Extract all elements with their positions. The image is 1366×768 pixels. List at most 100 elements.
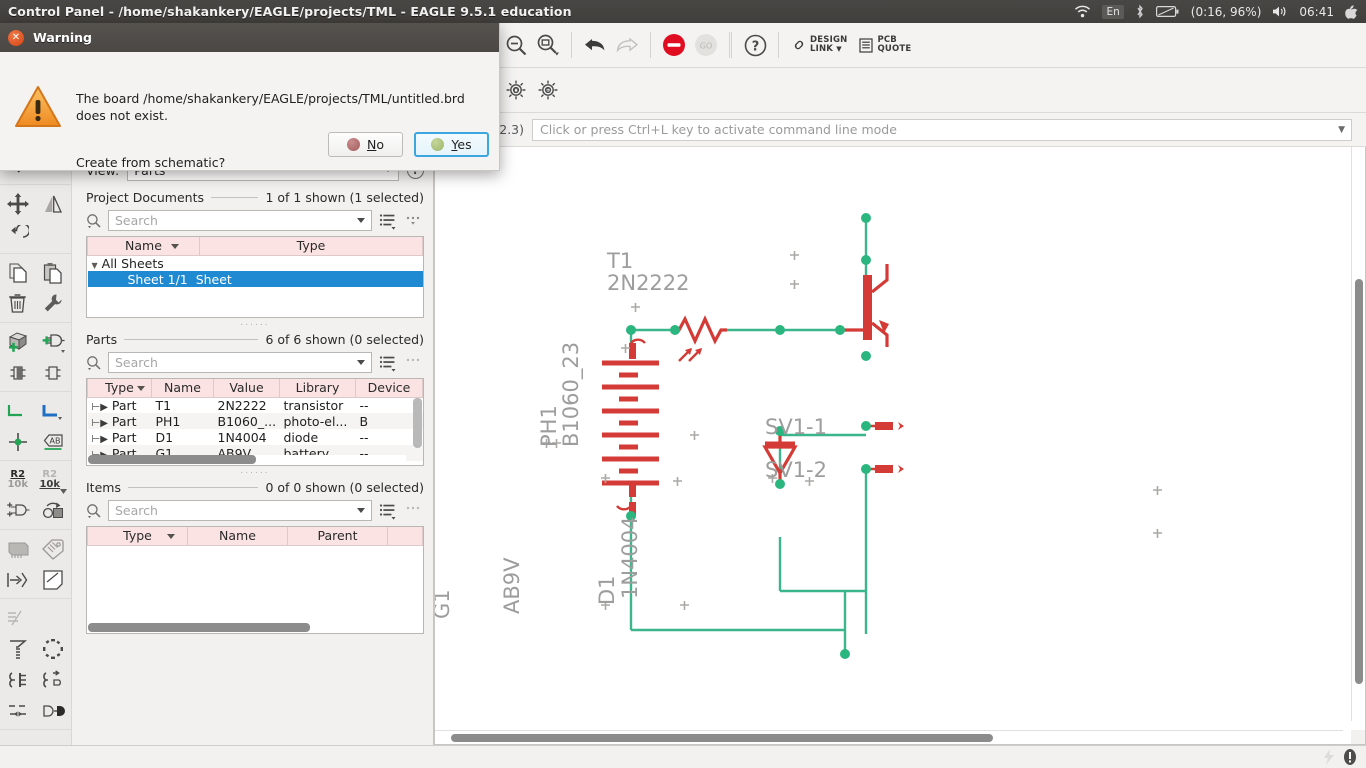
clock-label[interactable]: 06:41: [1299, 5, 1334, 19]
group-icon[interactable]: [36, 633, 72, 664]
close-icon[interactable]: ✕: [8, 29, 24, 46]
parts-table[interactable]: Type Name Value Library Device ⊢▶ Part T…: [86, 378, 424, 466]
column-header-type[interactable]: Type: [87, 379, 152, 398]
search-input[interactable]: Search: [108, 210, 372, 231]
project-documents-table[interactable]: Name Type ▼ All Sheets Sheet 1/1 Sheet: [86, 236, 424, 318]
column-header-name[interactable]: Name: [87, 237, 200, 256]
mirror-icon[interactable]: [36, 188, 72, 219]
list-options-icon[interactable]: [378, 211, 398, 231]
table-row[interactable]: ▼ All Sheets: [88, 255, 423, 271]
pinswap-icon[interactable]: [0, 357, 36, 388]
replace-icon[interactable]: [36, 495, 72, 526]
bus-icon[interactable]: [36, 395, 72, 426]
table-row[interactable]: ⊢▶ Part T1 2N2222 transistor --: [88, 397, 423, 413]
cell-value: D1: [155, 429, 174, 445]
net-icon[interactable]: [0, 395, 36, 426]
table-row[interactable]: ⊢▶ Part PH1 B1060_... photo-el... B: [87, 413, 423, 429]
parts-table-vertical-scrollbar[interactable]: [413, 398, 422, 448]
yes-button[interactable]: Yes: [414, 132, 489, 157]
erc-icon[interactable]: [0, 664, 36, 695]
splitter-handle[interactable]: ......: [86, 318, 424, 328]
move-icon[interactable]: [0, 188, 36, 219]
no-button[interactable]: No: [328, 132, 403, 157]
rotate-icon[interactable]: [0, 219, 36, 250]
session-menu-icon[interactable]: [1345, 4, 1358, 19]
canvas-vertical-scrollbar[interactable]: [1351, 147, 1365, 721]
pin-connect-icon[interactable]: [36, 695, 72, 726]
undo-icon[interactable]: [579, 29, 611, 61]
paint-icon[interactable]: [0, 633, 36, 664]
bluetooth-icon[interactable]: [1135, 4, 1145, 19]
delete-icon[interactable]: [0, 288, 36, 319]
smash-icon[interactable]: [0, 495, 36, 526]
search-input[interactable]: Search: [108, 352, 372, 373]
chevron-down-icon: [357, 218, 365, 223]
name-icon[interactable]: R2 10k: [0, 464, 36, 495]
help-icon[interactable]: ?: [739, 29, 771, 61]
table-row[interactable]: Sheet 1/1 Sheet: [87, 271, 423, 287]
column-header-device[interactable]: Device: [355, 379, 423, 398]
pinout-icon[interactable]: [0, 564, 36, 595]
column-header-library[interactable]: Library: [279, 379, 356, 398]
value-icon[interactable]: R2 10k: [36, 464, 72, 495]
search-icon[interactable]: [86, 213, 102, 229]
more-options-icon[interactable]: [404, 353, 424, 373]
splitter-handle[interactable]: ......: [86, 466, 424, 476]
column-header-name[interactable]: Name: [187, 527, 288, 546]
sort-indicator-icon: [171, 244, 179, 249]
parts-table-horizontal-scrollbar[interactable]: [88, 455, 406, 464]
zoom-select-icon[interactable]: [532, 29, 564, 61]
more-options-icon[interactable]: [404, 211, 424, 231]
column-header-name[interactable]: Name: [151, 379, 214, 398]
schematic-label: 1N4004: [618, 516, 642, 599]
column-header-type[interactable]: Type: [199, 237, 423, 256]
design-link-button[interactable]: DESIGN LINK ▼: [786, 35, 853, 55]
column-header-blank[interactable]: [387, 527, 423, 546]
column-header-parent[interactable]: Parent: [287, 527, 388, 546]
column-header-type[interactable]: Type: [87, 527, 188, 546]
search-icon[interactable]: [86, 355, 102, 371]
copy-icon[interactable]: [0, 257, 36, 288]
battery-status-label: (0:16, 96%): [1190, 4, 1262, 19]
command-line-input[interactable]: Click or press Ctrl+L key to activate co…: [532, 118, 1352, 141]
connect-icon[interactable]: [36, 664, 72, 695]
wifi-icon[interactable]: [1074, 5, 1091, 18]
add-part-icon[interactable]: [0, 326, 36, 357]
schematic-label: T1: [606, 249, 633, 273]
cell-value: Sheet: [195, 271, 232, 287]
canvas-horizontal-scrollbar[interactable]: [435, 730, 1343, 744]
erc-settings-icon[interactable]: E: [532, 74, 564, 106]
split-icon[interactable]: [0, 602, 36, 633]
column-header-value[interactable]: Value: [213, 379, 280, 398]
gateswap-icon[interactable]: [36, 357, 72, 388]
list-options-icon[interactable]: [378, 353, 398, 373]
junction-icon[interactable]: [0, 426, 36, 457]
paste-icon[interactable]: [36, 257, 72, 288]
sheet-icon[interactable]: [36, 564, 72, 595]
change-icon[interactable]: [36, 288, 72, 319]
items-table-horizontal-scrollbar[interactable]: [88, 623, 416, 632]
volume-icon[interactable]: [1272, 5, 1288, 18]
add-gate-icon[interactable]: [36, 326, 72, 357]
search-input[interactable]: Search: [108, 500, 372, 521]
battery-icon[interactable]: [1155, 5, 1180, 18]
keyboard-layout-indicator[interactable]: En: [1102, 4, 1124, 19]
alert-icon[interactable]: [1342, 748, 1358, 766]
items-table[interactable]: Type Name Parent: [86, 526, 424, 634]
dimension-icon[interactable]: [0, 695, 36, 726]
pcb-quote-button[interactable]: PCB QUOTE: [853, 35, 917, 55]
zoom-out-icon[interactable]: [500, 29, 532, 61]
chevron-down-icon[interactable]: ▼: [1338, 125, 1345, 135]
label-icon[interactable]: AB: [36, 426, 72, 457]
invoke-icon[interactable]: [0, 533, 36, 564]
more-options-icon[interactable]: [404, 501, 424, 521]
stop-icon[interactable]: [658, 29, 690, 61]
search-icon[interactable]: [86, 503, 102, 519]
warning-dialog: ✕ Warning The board /home/shakankery/EAG…: [0, 23, 500, 171]
lightning-icon[interactable]: [1322, 748, 1336, 766]
drc-settings-icon[interactable]: D: [500, 74, 532, 106]
list-options-icon[interactable]: [378, 501, 398, 521]
table-row[interactable]: ⊢▶ Part D1 1N4004 diode --: [88, 429, 423, 445]
attribute-icon[interactable]: [36, 533, 72, 564]
schematic-drawing[interactable]: PH1 B1060_23 T1 2N2222 G1 AB9V D1 1N4004…: [435, 147, 1343, 721]
